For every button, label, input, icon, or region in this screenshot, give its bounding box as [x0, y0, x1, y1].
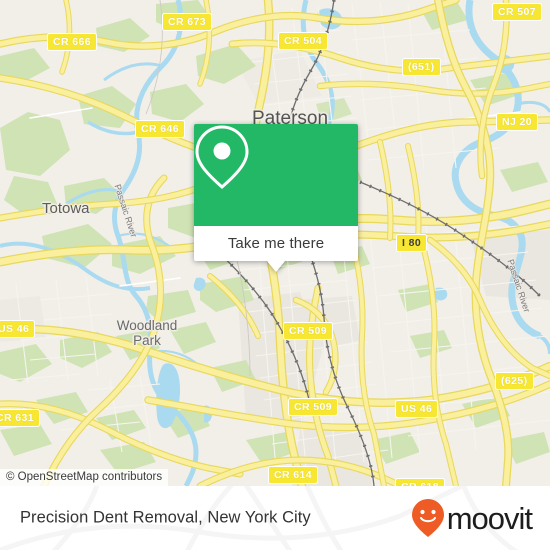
road-shield-cr509-s[interactable]: CR 509 [288, 398, 339, 416]
popup-header [194, 124, 358, 226]
road-shield-625[interactable]: (625) [495, 372, 534, 390]
popup-action-bar[interactable]: Take me there [194, 226, 358, 272]
road-shield-651[interactable]: (651) [402, 58, 441, 76]
road-shield-us46-w[interactable]: US 46 [0, 320, 36, 338]
road-shield-cr509-n[interactable]: CR 509 [283, 322, 334, 340]
road-shield-cr673[interactable]: CR 673 [162, 13, 213, 31]
page-title: Precision Dent Removal, New York City [20, 508, 311, 527]
road-shield-cr507[interactable]: CR 507 [492, 3, 543, 21]
footer-bar: Precision Dent Removal, New York City mo… [0, 486, 550, 550]
road-shield-cr646[interactable]: CR 646 [135, 120, 186, 138]
moovit-logo[interactable]: moovit [411, 498, 533, 538]
place-label-totowa: Totowa [42, 200, 90, 217]
map-pin-icon [195, 125, 249, 189]
location-popup[interactable]: Take me there [194, 124, 358, 272]
road-shield-i80[interactable]: I 80 [396, 234, 428, 252]
road-shield-us46-e[interactable]: US 46 [395, 400, 439, 418]
road-shield-cr631[interactable]: CR 631 [0, 409, 41, 427]
road-shield-cr618[interactable]: CR 618 [395, 478, 446, 486]
map-canvas[interactable]: .water{fill:#aadaf0;} .waterline{fill:no… [0, 0, 550, 486]
osm-attribution[interactable]: © OpenStreetMap contributors [0, 469, 169, 486]
road-shield-cr504[interactable]: CR 504 [278, 32, 329, 50]
road-shield-nj20[interactable]: NJ 20 [496, 113, 539, 131]
moovit-wordmark: moovit [446, 500, 533, 536]
take-me-there-button[interactable]: Take me there [228, 235, 324, 252]
road-shield-cr614[interactable]: CR 614 [268, 466, 319, 484]
road-shield-cr666[interactable]: CR 666 [47, 33, 98, 51]
map-page: .water{fill:#aadaf0;} .waterline{fill:no… [0, 0, 550, 550]
moovit-smiley-pin-icon [411, 499, 444, 537]
place-label-woodland-park: Woodland Park [116, 318, 178, 348]
popup-pointer-tail [267, 261, 285, 272]
